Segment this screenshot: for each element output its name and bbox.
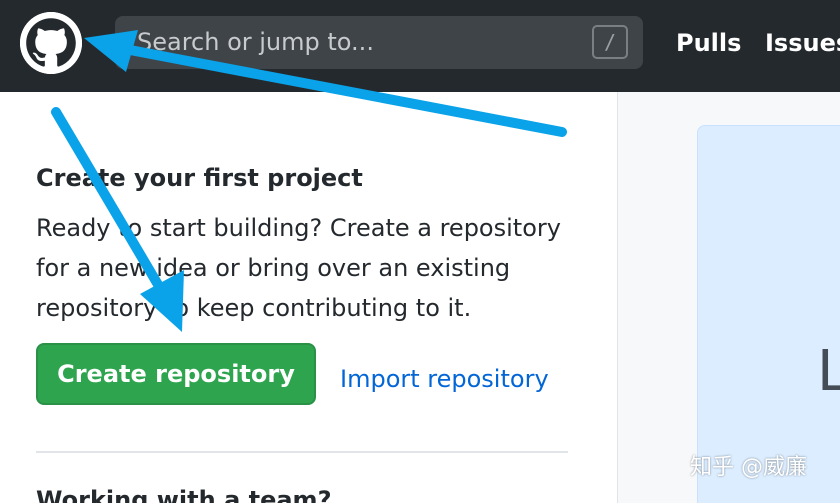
section-divider	[36, 451, 568, 453]
dashboard-right-column: L	[617, 92, 840, 503]
create-repository-button[interactable]: Create repository	[36, 343, 316, 405]
github-octocat-icon	[20, 12, 82, 74]
github-logo-icon[interactable]	[20, 12, 82, 74]
create-project-heading: Create your first project	[36, 164, 363, 192]
learn-card-heading: L	[817, 339, 840, 404]
search-input[interactable]	[137, 25, 577, 59]
watermark-text: 知乎 @威廉	[690, 455, 807, 480]
search-shortcut-key: /	[592, 25, 628, 59]
create-project-description: Ready to start building? Create a reposi…	[36, 214, 561, 322]
search-box[interactable]: /	[115, 16, 643, 69]
import-repository-link[interactable]: Import repository	[340, 363, 549, 395]
nav-issues-link[interactable]: Issues	[765, 26, 840, 60]
nav-pulls-link[interactable]: Pulls	[676, 26, 741, 60]
team-heading: Working with a team?	[36, 486, 332, 503]
dashboard-left-column: Create your first project Ready to start…	[0, 92, 617, 503]
learn-card	[697, 125, 840, 503]
top-header: / Pulls Issues	[0, 0, 840, 92]
